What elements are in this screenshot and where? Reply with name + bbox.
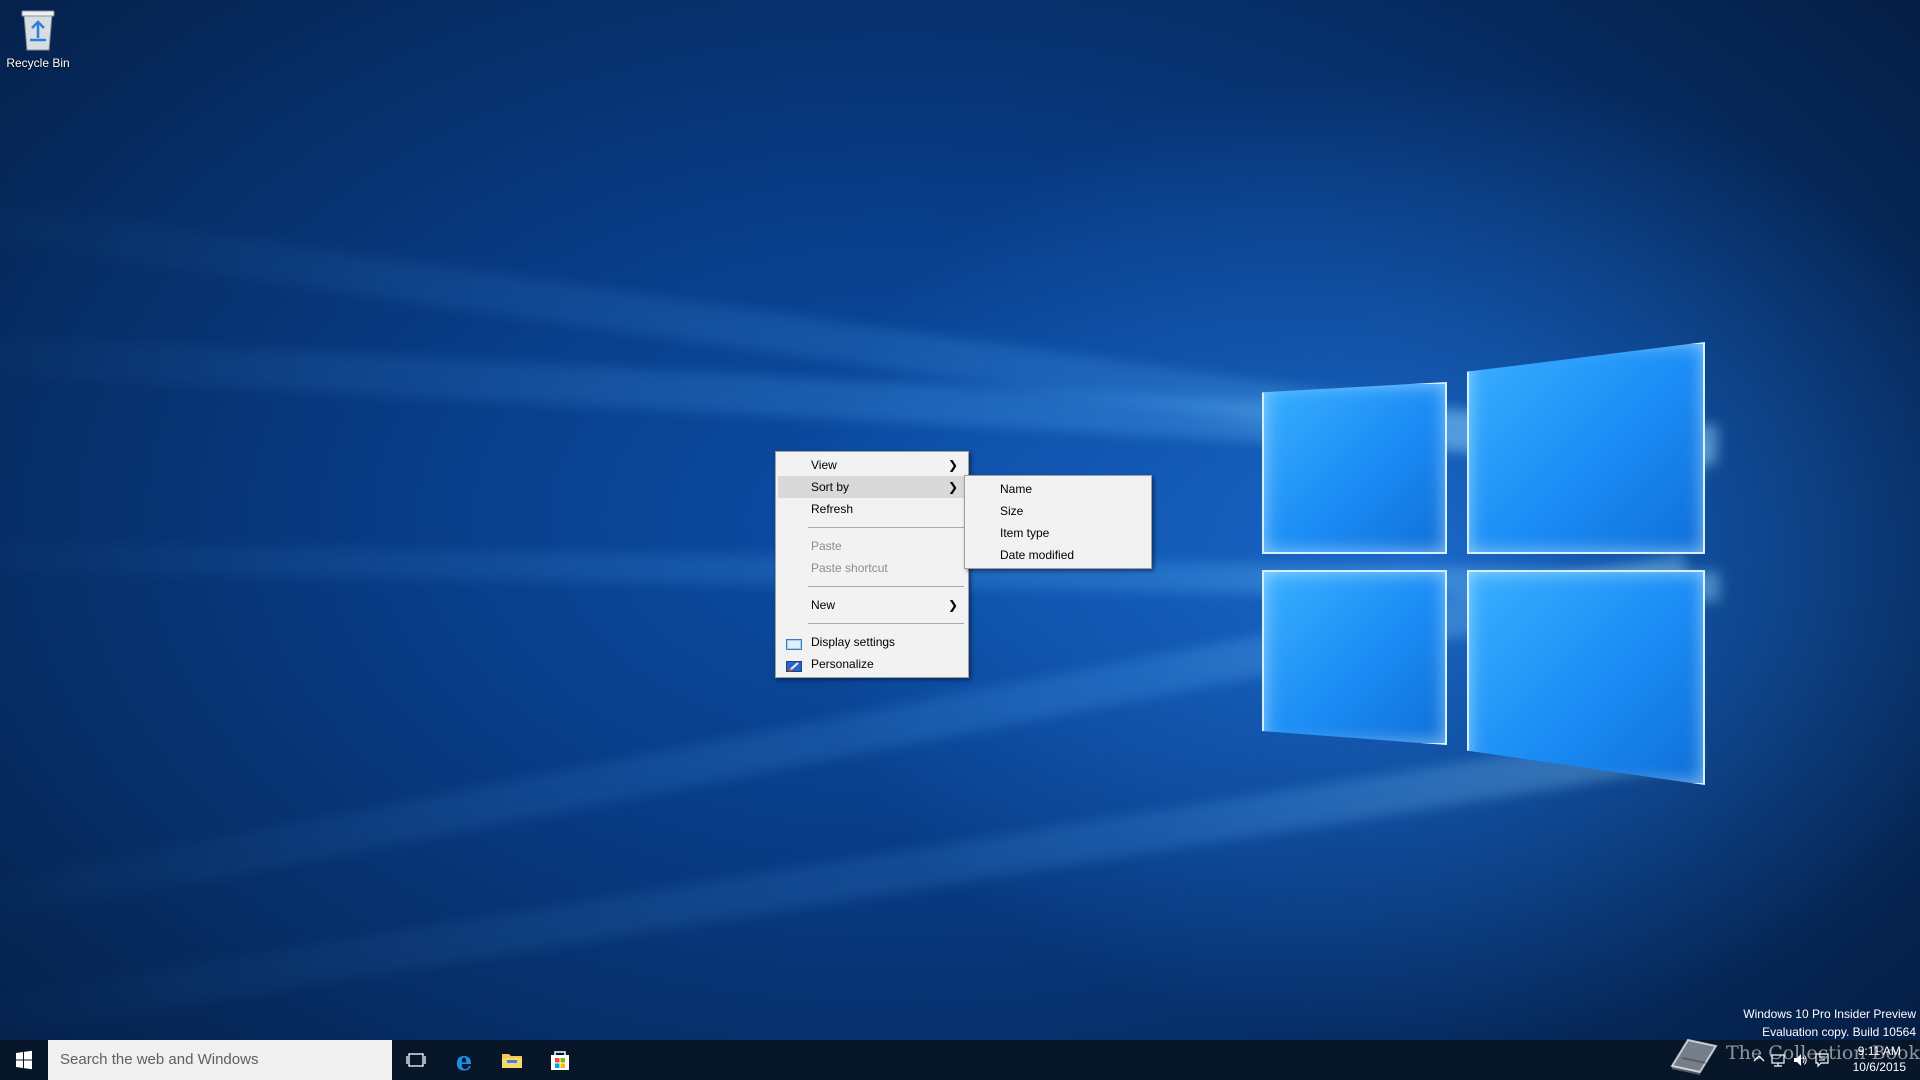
menu-separator bbox=[808, 527, 964, 528]
submenu-item-label: Item type bbox=[1000, 526, 1050, 540]
menu-item-paste[interactable]: Paste bbox=[778, 535, 966, 557]
menu-item-label: View bbox=[811, 458, 837, 472]
menu-item-label: Paste bbox=[811, 539, 842, 553]
display-settings-icon bbox=[786, 636, 802, 650]
site-watermark: The Collection Book bbox=[1668, 1030, 1920, 1076]
svg-text:e: e bbox=[456, 1047, 473, 1077]
menu-item-paste-shortcut[interactable]: Paste shortcut bbox=[778, 557, 966, 579]
menu-item-label: Personalize bbox=[811, 657, 874, 671]
chevron-right-icon: ❯ bbox=[947, 598, 958, 612]
submenu-item-item-type[interactable]: Item type bbox=[967, 522, 1149, 544]
submenu-item-name[interactable]: Name bbox=[967, 478, 1149, 500]
task-view-icon[interactable] bbox=[392, 1040, 440, 1080]
chevron-right-icon: ❯ bbox=[947, 480, 958, 494]
menu-separator bbox=[808, 586, 964, 587]
logo-pane-bottom-right bbox=[1467, 570, 1705, 785]
menu-item-new[interactable]: New ❯ bbox=[778, 594, 966, 616]
menu-separator bbox=[808, 623, 964, 624]
menu-item-label: Refresh bbox=[811, 502, 854, 516]
submenu-item-size[interactable]: Size bbox=[967, 500, 1149, 522]
logo-pane-top-left bbox=[1262, 382, 1447, 554]
desktop-context-menu: View ❯ Sort by ❯ Refresh Paste Paste sho… bbox=[775, 451, 969, 678]
windows-start-icon bbox=[16, 1050, 32, 1070]
file-explorer-icon[interactable] bbox=[488, 1040, 536, 1080]
submenu-item-date-modified[interactable]: Date modified bbox=[967, 544, 1149, 566]
build-watermark-line1: Windows 10 Pro Insider Preview bbox=[1743, 1007, 1916, 1021]
site-watermark-text: The Collection Book bbox=[1726, 1042, 1920, 1064]
sort-by-submenu: Name Size Item type Date modified bbox=[964, 475, 1152, 569]
submenu-item-label: Name bbox=[1000, 482, 1033, 496]
taskbar: Search the web and Windows e 9:11 AM 10/… bbox=[0, 1040, 1920, 1080]
recycle-bin-desktop-icon[interactable]: Recycle Bin bbox=[4, 6, 72, 70]
menu-item-personalize[interactable]: Personalize bbox=[778, 653, 966, 675]
menu-item-view[interactable]: View ❯ bbox=[778, 454, 966, 476]
search-input[interactable]: Search the web and Windows bbox=[48, 1040, 392, 1080]
store-icon[interactable] bbox=[536, 1040, 584, 1080]
menu-item-display-settings[interactable]: Display settings bbox=[778, 631, 966, 653]
menu-item-sort-by[interactable]: Sort by ❯ bbox=[778, 476, 966, 498]
menu-item-label: New bbox=[811, 598, 836, 612]
submenu-item-label: Size bbox=[1000, 504, 1024, 518]
chevron-right-icon: ❯ bbox=[947, 458, 958, 472]
menu-item-refresh[interactable]: Refresh bbox=[778, 498, 966, 520]
start-button[interactable] bbox=[0, 1040, 48, 1080]
recycle-bin-icon bbox=[18, 6, 58, 52]
menu-item-label: Sort by bbox=[811, 480, 850, 494]
recycle-bin-label: Recycle Bin bbox=[6, 56, 70, 70]
menu-item-label: Display settings bbox=[811, 635, 896, 649]
submenu-item-label: Date modified bbox=[1000, 548, 1075, 562]
menu-item-label: Paste shortcut bbox=[811, 561, 888, 575]
logo-pane-bottom-left bbox=[1262, 570, 1447, 745]
personalize-icon bbox=[786, 658, 802, 672]
windows-logo-wallpaper bbox=[1262, 342, 1712, 792]
book-logo-icon bbox=[1668, 1032, 1720, 1076]
edge-icon[interactable]: e bbox=[440, 1040, 488, 1080]
logo-pane-top-right bbox=[1467, 342, 1705, 554]
